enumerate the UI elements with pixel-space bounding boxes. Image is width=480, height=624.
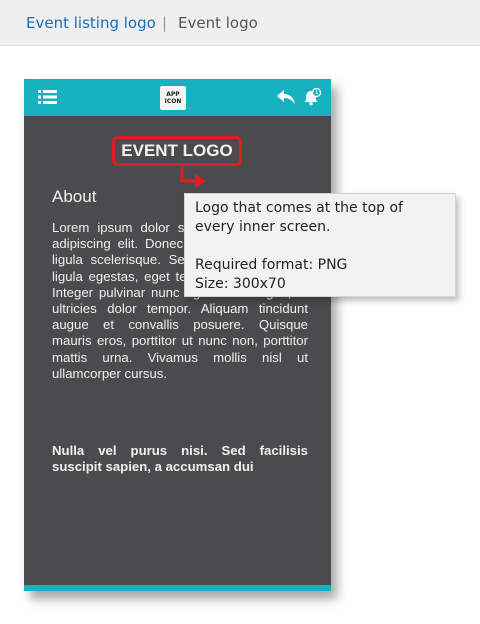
tooltip-format: Required format: PNG [195,257,348,273]
breadcrumb-current: Event logo [178,14,258,32]
tooltip-size: Size: 300x70 [195,276,286,292]
breadcrumb-link-event-listing-logo[interactable]: Event listing logo [26,14,156,32]
app-icon-label-top: APP [166,91,180,98]
breadcrumb: Event listing logo | Event logo [0,0,480,46]
phone-preview: APP ICON EVENT LOGO About Lorem ipsum do… [24,79,331,591]
phone-footer-bar [24,585,331,591]
about-heading: About [52,187,97,206]
app-icon-badge: APP ICON [160,86,186,110]
app-header: APP ICON [24,79,331,116]
app-icon-label-bottom: ICON [164,98,182,105]
bell-icon[interactable] [303,88,321,106]
event-logo-placeholder: EVENT LOGO [112,136,242,166]
info-tooltip: Logo that comes at the top of every inne… [184,193,456,297]
menu-icon[interactable] [38,90,57,104]
reply-icon[interactable] [277,89,295,105]
body-bold-paragraph: Nulla vel purus nisi. Sed facilisis susc… [52,443,308,475]
tooltip-description-line2: every inner screen. [195,219,331,235]
tooltip-spacer [195,237,447,256]
breadcrumb-separator: | [162,14,168,32]
tooltip-description-line1: Logo that comes at the top of [195,200,403,216]
